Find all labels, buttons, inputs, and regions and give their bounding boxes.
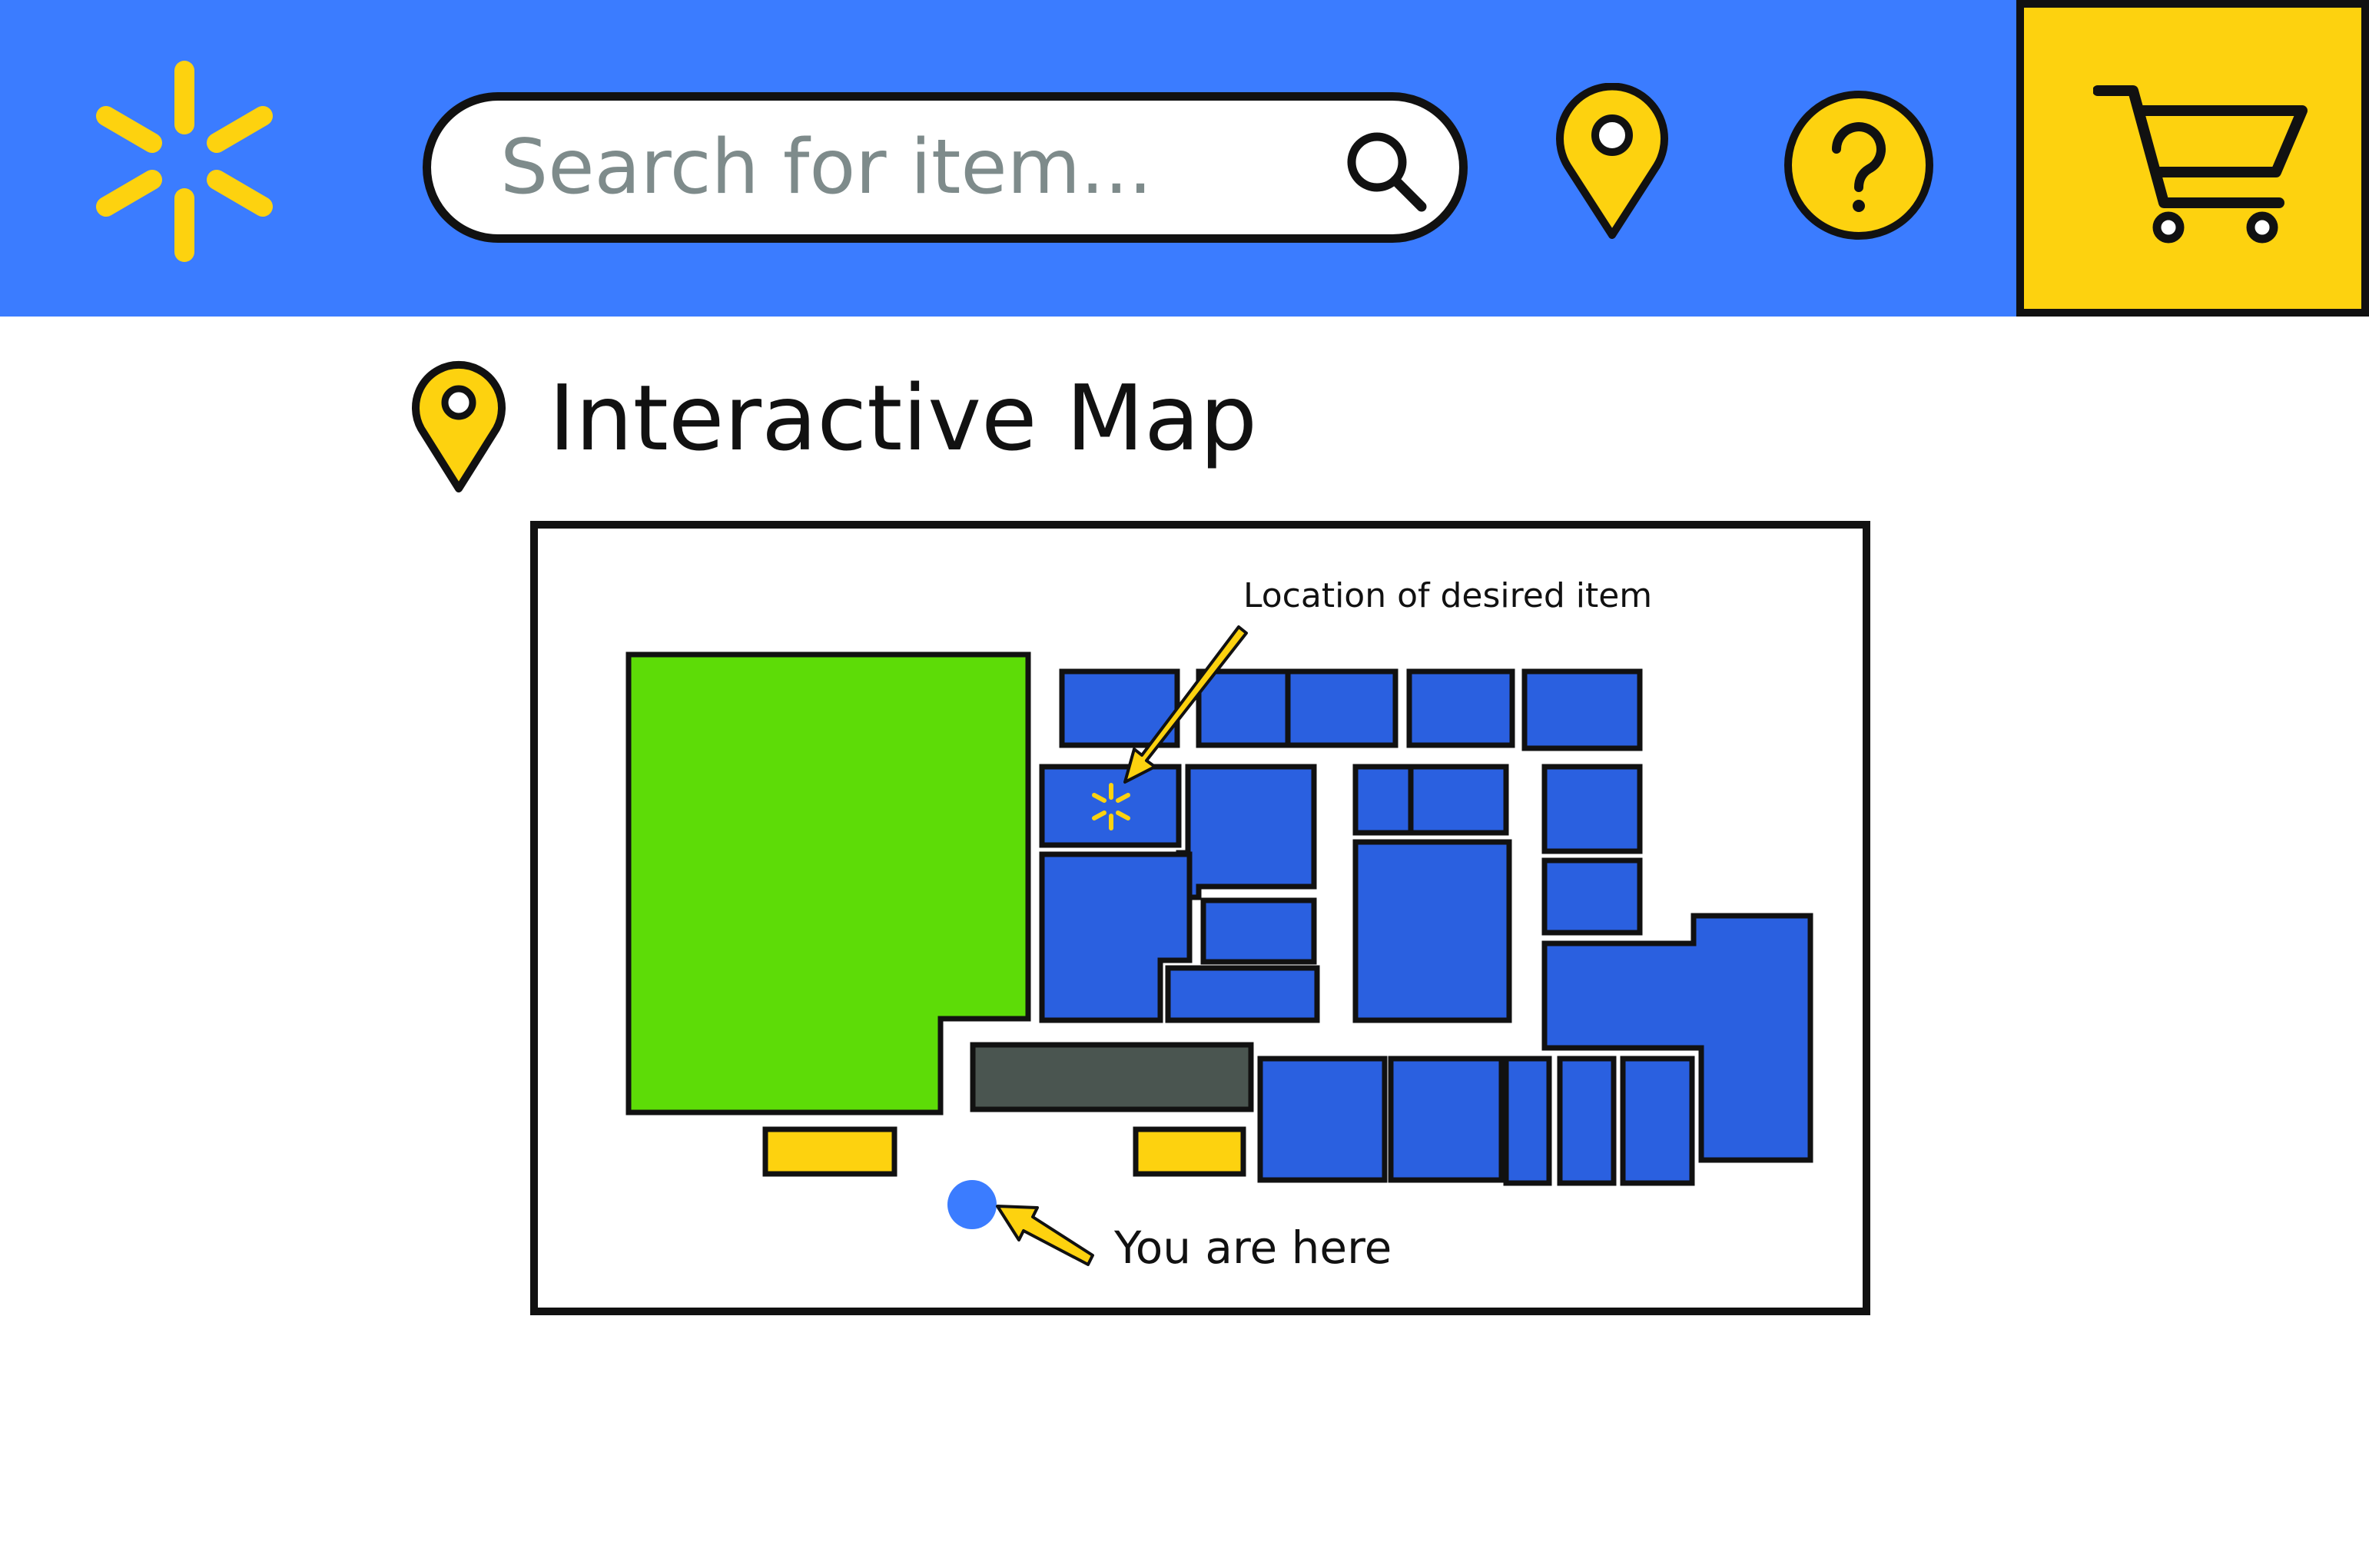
aisle-block — [1352, 839, 1512, 1023]
aisle-block — [1285, 668, 1399, 748]
search-bar[interactable] — [423, 92, 1468, 243]
desired-item-label: Location of desired item — [1243, 576, 1653, 615]
aisle-block — [1352, 764, 1414, 836]
aisle-block — [1503, 1056, 1552, 1186]
aisle-block — [1557, 1056, 1617, 1186]
aisle-block — [1541, 857, 1643, 936]
store-location-icon[interactable] — [1551, 82, 1674, 244]
you-are-here-label: You are here — [1114, 1222, 1392, 1274]
store-map-canvas — [625, 625, 1813, 1266]
page-title: Interactive Map — [549, 365, 1258, 471]
aisle-block — [1200, 897, 1317, 965]
desired-item-aisle — [1039, 764, 1182, 848]
entrance-marker — [762, 1126, 897, 1177]
spark-logo-icon[interactable] — [77, 54, 292, 269]
checkout-counter — [970, 1042, 1254, 1112]
you-are-here-dot — [947, 1180, 997, 1229]
store-map[interactable]: Location of desired item You are here — [530, 521, 1870, 1315]
entrance-marker — [1133, 1126, 1246, 1177]
map-pin-icon — [409, 358, 509, 496]
produce-section — [625, 651, 1031, 1116]
aisle-block — [1620, 1056, 1695, 1186]
aisle-block — [1176, 764, 1317, 900]
top-nav-bar — [0, 0, 2369, 317]
help-icon[interactable] — [1781, 88, 1936, 243]
aisle-block — [1196, 668, 1291, 748]
shopping-cart-icon — [2092, 77, 2316, 254]
aisle-block — [1406, 668, 1515, 748]
cart-button[interactable] — [2016, 0, 2369, 317]
search-icon[interactable] — [1342, 127, 1430, 215]
aisle-block — [1521, 668, 1643, 751]
aisle-block — [1388, 1056, 1505, 1183]
aisle-block — [1257, 1056, 1388, 1183]
aisle-block — [1408, 764, 1509, 836]
aisle-block — [1541, 764, 1643, 854]
search-input[interactable] — [500, 101, 1284, 234]
aisle-block — [1165, 965, 1320, 1023]
you-are-here-arrow — [996, 1205, 1094, 1266]
